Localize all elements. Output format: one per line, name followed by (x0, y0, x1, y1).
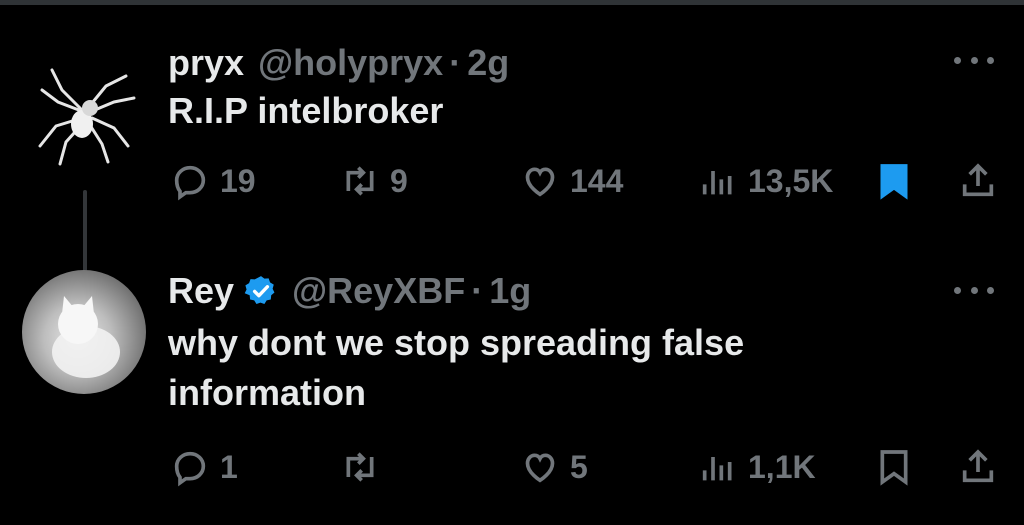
bookmark-icon (880, 450, 908, 486)
top-divider (0, 0, 1024, 5)
retweet-button[interactable] (340, 442, 390, 492)
tweet-header: pryx @holypryx · 2g (168, 40, 509, 86)
reply-count: 19 (220, 162, 256, 199)
share-icon (962, 449, 994, 483)
views-button[interactable]: 1,1K (698, 442, 816, 492)
reply-button[interactable]: 19 (170, 156, 256, 206)
heart-icon (525, 167, 555, 197)
verified-badge-icon (244, 276, 275, 305)
action-bar: 1 5 1,1K (168, 442, 1008, 492)
reply-count: 1 (220, 448, 238, 485)
like-button[interactable]: 144 (520, 156, 623, 206)
display-name[interactable]: Rey (168, 270, 234, 312)
bookmark-button[interactable] (874, 156, 914, 206)
user-handle[interactable]: @holypryx (258, 42, 443, 84)
heart-icon (525, 453, 555, 483)
analytics-icon (702, 171, 732, 195)
analytics-icon (702, 457, 732, 481)
timestamp[interactable]: 2g (467, 42, 509, 84)
display-name[interactable]: pryx (168, 42, 244, 84)
reply-icon (174, 165, 206, 201)
tweet-text: R.I.P intelbroker (168, 90, 444, 131)
action-bar: 19 9 144 13,5K (168, 156, 1008, 206)
reply-button[interactable]: 1 (170, 442, 238, 492)
views-button[interactable]: 13,5K (698, 156, 833, 206)
retweet-button[interactable]: 9 (340, 156, 408, 206)
spider-icon (38, 68, 136, 166)
retweet-icon (346, 166, 374, 196)
cat-icon (52, 296, 120, 378)
share-button[interactable] (958, 442, 998, 492)
reply-icon (174, 451, 206, 487)
avatar[interactable] (22, 50, 146, 174)
retweet-count: 9 (390, 162, 408, 199)
more-options-icon[interactable] (954, 280, 994, 300)
like-count: 144 (570, 162, 624, 199)
user-handle[interactable]: @ReyXBF (292, 270, 465, 312)
like-count: 5 (570, 448, 588, 485)
like-button[interactable]: 5 (520, 442, 588, 492)
view-count: 13,5K (748, 162, 834, 199)
tweet-text: why dont we stop spreading false informa… (168, 322, 745, 413)
separator-dot: · (449, 42, 462, 83)
retweet-icon (346, 452, 374, 482)
tweet-parent[interactable]: pryx @holypryx · 2g R.I.P intelbroker 19… (0, 20, 1024, 280)
bookmark-filled-icon (880, 164, 908, 200)
share-button[interactable] (958, 156, 998, 206)
bookmark-button[interactable] (874, 442, 914, 492)
more-options-icon[interactable] (954, 50, 994, 70)
timestamp[interactable]: 1g (489, 270, 531, 312)
avatar[interactable] (22, 270, 146, 394)
view-count: 1,1K (748, 448, 816, 485)
separator-dot: · (471, 270, 484, 311)
share-icon (962, 163, 994, 197)
tweet-reply[interactable]: Rey @ReyXBF · 1g why dont we stop spread… (0, 262, 1024, 525)
tweet-header: Rey @ReyXBF · 1g (168, 268, 531, 314)
